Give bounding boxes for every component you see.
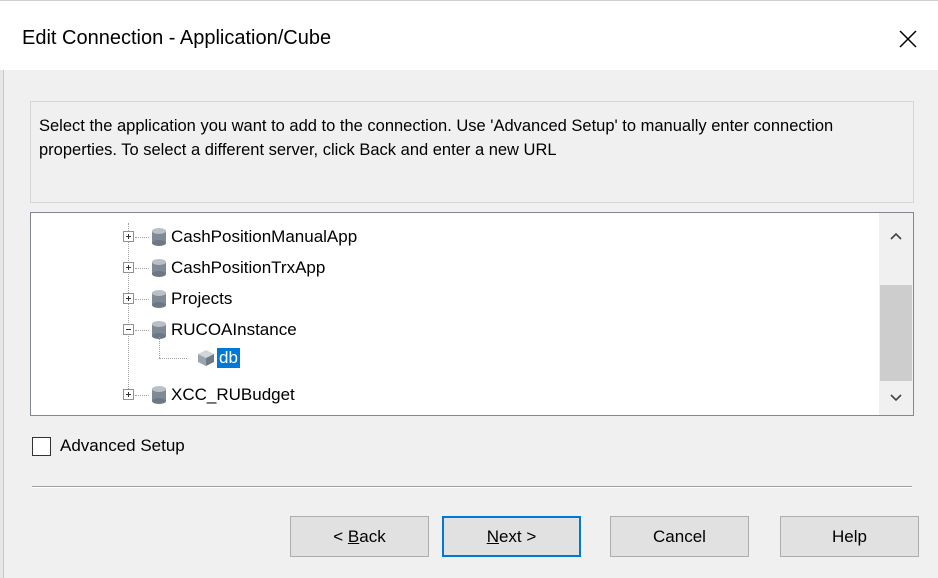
next-accesskey: N — [486, 526, 499, 546]
expand-icon[interactable] — [123, 231, 134, 242]
next-button[interactable]: Next > — [442, 516, 581, 557]
back-prefix: < — [333, 526, 348, 546]
tree-item-label: CashPositionTrxApp — [171, 258, 326, 277]
database-icon — [152, 290, 166, 308]
tree-item-label: CashPositionManualApp — [171, 227, 358, 246]
tree-item-cashpositiontrxapp[interactable]: CashPositionTrxApp — [31, 254, 881, 282]
tree-scrollbar[interactable] — [879, 213, 913, 415]
help-button[interactable]: Help — [780, 516, 919, 557]
chevron-down-icon — [890, 394, 902, 402]
back-accesskey: B — [347, 526, 360, 546]
tree-item-db[interactable]: db — [31, 344, 881, 372]
scroll-down-button[interactable] — [879, 381, 913, 415]
application-tree[interactable]: CashPositionManualApp CashPositionTrxApp… — [30, 212, 914, 416]
tree-item-label: XCC_RUBudget — [171, 385, 295, 404]
description-text: Select the application you want to add t… — [39, 117, 834, 159]
expand-icon[interactable] — [123, 389, 134, 400]
database-icon — [152, 228, 166, 246]
tree-item-cashpositionmanualapp[interactable]: CashPositionManualApp — [31, 223, 881, 251]
tree-item-label: Projects — [171, 289, 233, 308]
cube-icon — [198, 350, 214, 366]
scroll-thumb[interactable] — [880, 285, 912, 381]
advanced-setup-option[interactable]: Advanced Setup — [32, 434, 185, 458]
dialog-title: Edit Connection - Application/Cube — [22, 27, 332, 49]
collapse-icon[interactable] — [123, 324, 134, 335]
cancel-button[interactable]: Cancel — [610, 516, 749, 557]
advanced-setup-checkbox[interactable] — [32, 436, 51, 456]
close-button[interactable] — [888, 19, 928, 59]
tree-item-label: RUCOAInstance — [171, 320, 297, 339]
cancel-label: Cancel — [653, 526, 706, 546]
database-icon — [152, 259, 166, 277]
back-label: ack — [359, 526, 386, 546]
scroll-up-button[interactable] — [879, 219, 913, 253]
help-label: Help — [832, 526, 867, 546]
separator — [32, 486, 912, 488]
database-icon — [152, 386, 166, 404]
title-bar: Edit Connection - Application/Cube — [0, 0, 938, 70]
tree-item-projects[interactable]: Projects — [31, 285, 881, 313]
description-panel: Select the application you want to add t… — [30, 101, 914, 203]
tree-item-label: db — [217, 348, 240, 368]
expand-icon[interactable] — [123, 293, 134, 304]
back-button[interactable]: < Back — [290, 516, 429, 557]
close-icon — [899, 30, 917, 48]
advanced-setup-label: Advanced Setup — [60, 436, 185, 455]
chevron-up-icon — [890, 232, 902, 240]
window-edge — [0, 70, 4, 578]
next-label: ext > — [498, 526, 537, 546]
tree-item-xcc-rubudget[interactable]: XCC_RUBudget — [31, 381, 881, 409]
expand-icon[interactable] — [123, 262, 134, 273]
